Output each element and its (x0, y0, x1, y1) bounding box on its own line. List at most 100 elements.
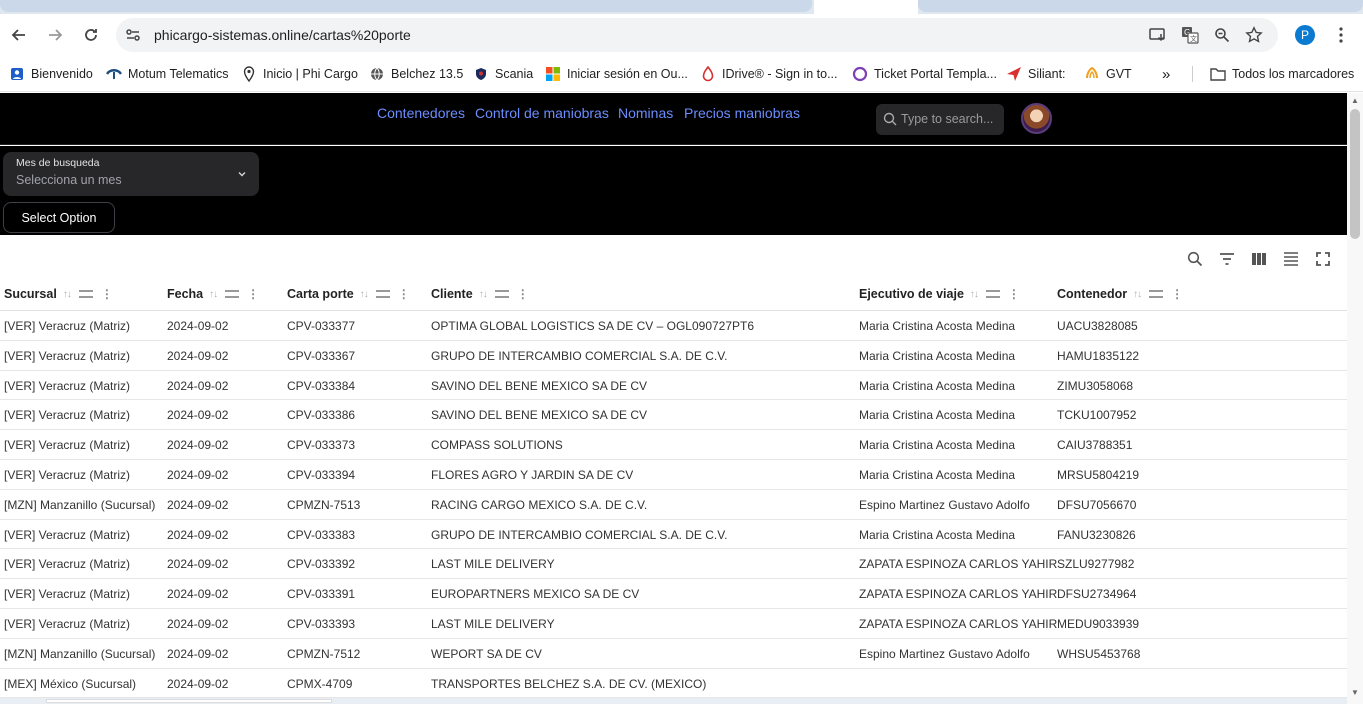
column-header-cliente[interactable]: Cliente ↑↓ ⋮ (431, 287, 529, 301)
translate-icon[interactable]: G文 (1180, 26, 1200, 44)
scroll-down-icon[interactable]: ▼ (1351, 689, 1359, 697)
bookmark-item[interactable]: Siliant: (1006, 64, 1066, 84)
nav-link-contenedores[interactable]: Contenedores (377, 105, 465, 121)
bookmark-item[interactable]: Inicio | Phi Cargo (241, 64, 358, 84)
scroll-up-icon[interactable]: ▲ (1351, 97, 1359, 105)
sort-icon[interactable]: ↑↓ (1133, 289, 1142, 300)
url-text[interactable]: phicargo-sistemas.online/cartas%20porte (154, 27, 411, 43)
sort-icon[interactable]: ↑↓ (209, 289, 218, 300)
svg-text:文: 文 (1190, 34, 1197, 43)
horizontal-scrollbar[interactable] (0, 698, 1347, 704)
gvt-icon (1084, 66, 1100, 82)
drag-handle-icon[interactable] (78, 290, 93, 298)
address-bar[interactable]: phicargo-sistemas.online/cartas%20porte … (116, 18, 1278, 52)
app-search-input[interactable]: Type to search... (876, 104, 1004, 135)
bookmark-item[interactable]: Iniciar sesión en Ou... (545, 64, 688, 84)
select-option-button[interactable]: Select Option (3, 202, 115, 233)
all-bookmarks-folder[interactable]: Todos los marcadores (1210, 64, 1354, 84)
bookmark-item[interactable]: Bienvenido (9, 64, 93, 84)
drag-handle-icon[interactable] (1149, 290, 1164, 298)
bookmark-item[interactable]: Belchez 13.5 (369, 64, 463, 84)
cell-cliente: RACING CARGO MEXICO S.A. DE C.V. (431, 497, 648, 512)
density-icon[interactable] (1281, 249, 1301, 269)
table-row[interactable]: [VER] Veracruz (Matriz) 2024-09-02 CPV-033… (0, 430, 1347, 460)
column-menu-icon[interactable]: ⋮ (101, 287, 113, 301)
sort-icon[interactable]: ↑↓ (360, 289, 369, 300)
user-avatar[interactable] (1021, 103, 1052, 134)
reload-button[interactable] (79, 23, 103, 47)
more-bookmarks-icon[interactable]: » (1162, 64, 1170, 84)
sort-icon[interactable]: ↑↓ (63, 289, 72, 300)
bookmark-item[interactable]: GVT (1084, 64, 1132, 84)
cell-carta-porte: CPV-033377 (287, 319, 356, 333)
filter-icon[interactable] (1217, 249, 1237, 269)
table-row[interactable]: [VER] Veracruz (Matriz) 2024-09-02 CPV-033… (0, 460, 1347, 490)
scrollbar-thumb[interactable] (1350, 109, 1360, 239)
bookmark-item[interactable]: Ticket Portal Templa... (852, 64, 997, 84)
cell-cliente: EUROPARTNERS MEXICO SA DE CV (431, 587, 640, 602)
bookmark-item[interactable]: Scania (473, 64, 533, 84)
table-row[interactable]: [VER] Veracruz (Matriz) 2024-09-02 CPV-033… (0, 371, 1347, 401)
table-row[interactable]: [MEX] México (Sucursal) 2024-09-02 CPMX-47… (0, 669, 1347, 699)
drag-handle-icon[interactable] (225, 290, 240, 298)
bookmark-item[interactable]: Motum Telematics (106, 64, 229, 84)
table-toolbar (0, 235, 1347, 281)
bookmark-item[interactable]: IDrive® - Sign in to... (700, 64, 838, 84)
cell-fecha: 2024-09-02 (167, 587, 229, 602)
site-settings-icon[interactable] (124, 26, 142, 44)
column-header-carta-porte[interactable]: Carta porte ↑↓ ⋮ (287, 287, 410, 301)
nav-link-nominas[interactable]: Nominas (618, 105, 673, 121)
cell-fecha: 2024-09-02 (167, 527, 229, 542)
column-menu-icon[interactable]: ⋮ (398, 287, 410, 301)
table-row[interactable]: [VER] Veracruz (Matriz) 2024-09-02 CPV-033… (0, 341, 1347, 371)
browser-tab[interactable] (0, 0, 812, 12)
install-app-icon[interactable] (1148, 26, 1168, 44)
browser-tab[interactable] (918, 0, 1363, 12)
table-row[interactable]: [VER] Veracruz (Matriz) 2024-09-02 CPV-033… (0, 311, 1347, 341)
fullscreen-icon[interactable] (1313, 249, 1333, 269)
cell-ejecutivo: ZAPATA ESPINOZA CARLOS YAHIR (859, 587, 1058, 602)
table-row[interactable]: [VER] Veracruz (Matriz) 2024-09-02 CPV-033… (0, 609, 1347, 639)
table-row[interactable]: [MZN] Manzanillo (Sucursal) 2024-09-02 CPM… (0, 639, 1347, 669)
drag-handle-icon[interactable] (375, 290, 390, 298)
bookmark-star-icon[interactable] (1244, 26, 1264, 44)
table-row[interactable]: [MZN] Manzanillo (Sucursal) 2024-09-02 CPM… (0, 490, 1347, 520)
cell-ejecutivo: ZAPATA ESPINOZA CARLOS YAHIR (859, 616, 1058, 631)
sort-icon[interactable]: ↑↓ (970, 289, 979, 300)
zoom-icon[interactable] (1212, 26, 1232, 44)
table-row[interactable]: [VER] Veracruz (Matriz) 2024-09-02 CPV-033… (0, 400, 1347, 431)
column-menu-icon[interactable]: ⋮ (1171, 287, 1183, 301)
month-select[interactable]: Mes de busqueda Selecciona un mes (3, 152, 259, 196)
column-menu-icon[interactable]: ⋮ (247, 287, 259, 301)
table-row[interactable]: [VER] Veracruz (Matriz) 2024-09-02 CPV-033… (0, 579, 1347, 609)
columns-icon[interactable] (1249, 249, 1269, 269)
vertical-scrollbar[interactable]: ▲ ▼ (1347, 93, 1363, 704)
cell-cliente: WEPORT SA DE CV (431, 646, 542, 661)
table-search-icon[interactable] (1185, 249, 1205, 269)
cell-ejecutivo: Maria Cristina Acosta Medina (859, 467, 1016, 482)
search-icon (883, 112, 897, 126)
drag-handle-icon[interactable] (985, 290, 1000, 298)
column-header-contenedor[interactable]: Contenedor ↑↓ ⋮ (1057, 287, 1183, 301)
cell-sucursal: [VER] Veracruz (Matriz) (4, 527, 131, 542)
horizontal-scrollbar-thumb[interactable] (46, 699, 332, 703)
cell-contenedor: TCKU1007952 (1057, 408, 1137, 423)
browser-menu-icon[interactable] (1334, 24, 1348, 46)
back-button[interactable] (7, 23, 31, 47)
nav-link-precios-maniobras[interactable]: Precios maniobras (684, 105, 800, 121)
cell-sucursal: [VER] Veracruz (Matriz) (4, 408, 131, 423)
table-row[interactable]: [VER] Veracruz (Matriz) 2024-09-02 CPV-033… (0, 549, 1347, 580)
column-menu-icon[interactable]: ⋮ (517, 287, 529, 301)
column-header-ejecutivo[interactable]: Ejecutivo de viaje ↑↓ ⋮ (859, 287, 1020, 301)
column-header-sucursal[interactable]: Sucursal ↑↓ ⋮ (4, 287, 113, 301)
column-header-fecha[interactable]: Fecha ↑↓ ⋮ (167, 287, 259, 301)
column-menu-icon[interactable]: ⋮ (1008, 287, 1020, 301)
drag-handle-icon[interactable] (494, 290, 509, 298)
nav-link-control-maniobras[interactable]: Control de maniobras (475, 105, 609, 121)
table-row[interactable]: [VER] Veracruz (Matriz) 2024-09-02 CPV-033… (0, 520, 1347, 550)
profile-avatar[interactable]: P (1295, 25, 1315, 45)
browser-tab-active[interactable] (814, 0, 918, 14)
cell-sucursal: [VER] Veracruz (Matriz) (4, 616, 131, 631)
forward-button[interactable] (43, 23, 67, 47)
sort-icon[interactable]: ↑↓ (479, 289, 488, 300)
